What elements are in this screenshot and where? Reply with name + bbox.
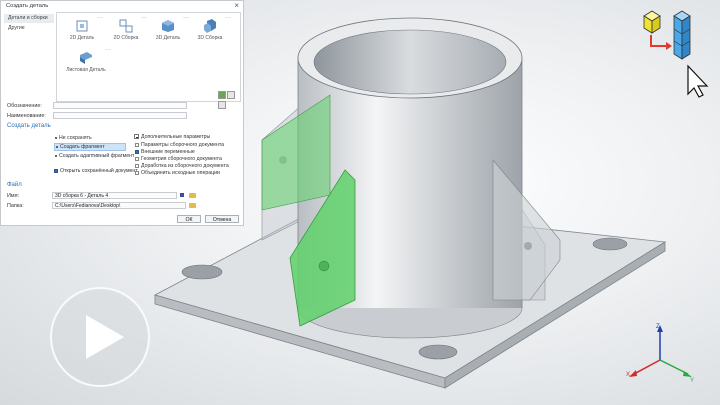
cancel-button[interactable]: Отмена (205, 215, 239, 223)
create-part-section-title: Создать деталь (7, 123, 51, 129)
assembly-3d-icon (204, 19, 216, 33)
save-options-icon[interactable] (180, 193, 184, 197)
designation-field[interactable] (53, 102, 187, 109)
tile-2d-part[interactable]: 2D Деталь ··· (63, 15, 103, 47)
tile-sheet-metal-part[interactable]: Листовая Деталь ··· (63, 47, 111, 79)
list-view-icon[interactable] (218, 91, 226, 99)
yellow-cube-icon (643, 10, 661, 34)
grid-view-icon[interactable] (227, 91, 235, 99)
checkbox-icon (135, 156, 139, 161)
checkbox-icon (135, 142, 139, 147)
tab-parts-and-assemblies[interactable]: Детали и сборки (4, 14, 54, 23)
create-part-dialog: Создать деталь × Детали и сборки Другие … (0, 0, 244, 226)
param-assembly-doc-checkbox[interactable]: Параметры сборочного документа (135, 142, 224, 148)
dialog-title: Создать деталь (6, 3, 49, 9)
more-icon[interactable]: ··· (183, 15, 189, 21)
radio-dot-icon (56, 145, 58, 148)
collapse-icon (134, 134, 139, 140)
browse-folder-icon[interactable] (189, 203, 196, 208)
cubes-logo (643, 10, 709, 98)
name-field[interactable] (53, 112, 187, 119)
sheet-metal-icon (80, 52, 92, 64)
tile-3d-part[interactable]: 3D Деталь ··· (149, 15, 189, 47)
radio-create-adaptive-fragment[interactable]: Создать адаптивный фрагмент (55, 153, 134, 159)
more-icon[interactable]: ··· (225, 15, 231, 21)
more-icon[interactable]: ··· (105, 47, 111, 53)
param-rework-checkbox[interactable]: Доработка из сборочного документа (135, 163, 229, 169)
more-icon[interactable]: ··· (141, 15, 147, 21)
checkbox-checked-icon (54, 168, 58, 173)
assembly-2d-icon (119, 19, 133, 33)
file-name-label: Имя: (7, 193, 19, 199)
tab-other[interactable]: Другие (4, 24, 54, 33)
tile-3d-assembly[interactable]: 3D Сборка ··· (191, 15, 231, 47)
open-saved-checkbox[interactable]: Открыть сохранённый документ (54, 168, 138, 174)
param-external-vars-checkbox[interactable]: Внешние переменные (135, 149, 195, 155)
tile-2d-assembly[interactable]: 2D Сборка ··· (107, 15, 147, 47)
extra-params-toggle[interactable]: Дополнительные параметры (134, 134, 210, 140)
part-3d-icon (162, 20, 174, 32)
play-icon (86, 315, 124, 359)
x-axis-label: X (626, 372, 630, 378)
z-axis-label: Z (656, 324, 660, 330)
blue-cube-stack-icon (673, 10, 691, 60)
checkbox-icon (135, 163, 139, 168)
name-label: Наименование: (7, 113, 46, 119)
ok-button[interactable]: ОК (177, 215, 201, 223)
radio-dot-icon (55, 136, 57, 139)
folder-label: Папка: (7, 203, 24, 209)
y-axis-label: Y (690, 378, 694, 384)
part-2d-icon (76, 20, 88, 32)
radio-no-save[interactable]: Не сохранять (55, 135, 92, 141)
more-icon[interactable]: ··· (97, 15, 103, 21)
radio-create-fragment[interactable]: Создать фрагмент (54, 143, 126, 151)
folder-icon[interactable] (189, 193, 196, 198)
close-icon[interactable]: × (234, 1, 239, 10)
template-gallery: 2D Деталь ··· 2D Сборка ··· 3D Деталь ··… (56, 12, 241, 109)
filter-icon[interactable] (218, 101, 226, 109)
checkbox-icon (135, 170, 139, 175)
axis-triad: Z X Y (626, 324, 694, 384)
cursor-icon (687, 64, 709, 98)
view-mode-toolbar (217, 91, 241, 109)
red-arrow-icon (650, 35, 672, 50)
param-merge-operations-checkbox[interactable]: Объединить исходные операции (135, 170, 220, 176)
param-assembly-geometry-checkbox[interactable]: Геометрия сборочного документа (135, 156, 222, 162)
file-name-field[interactable]: 3D сборка 6 - Деталь 4 (52, 192, 177, 199)
folder-field[interactable]: C:\Users\Fedianova\Desktop\ (52, 202, 186, 209)
radio-dot-icon (55, 154, 57, 157)
file-section-title: Файл (7, 182, 22, 188)
checkbox-checked-icon (135, 149, 139, 154)
play-button[interactable] (50, 287, 150, 387)
designation-label: Обозначение: (7, 103, 42, 109)
